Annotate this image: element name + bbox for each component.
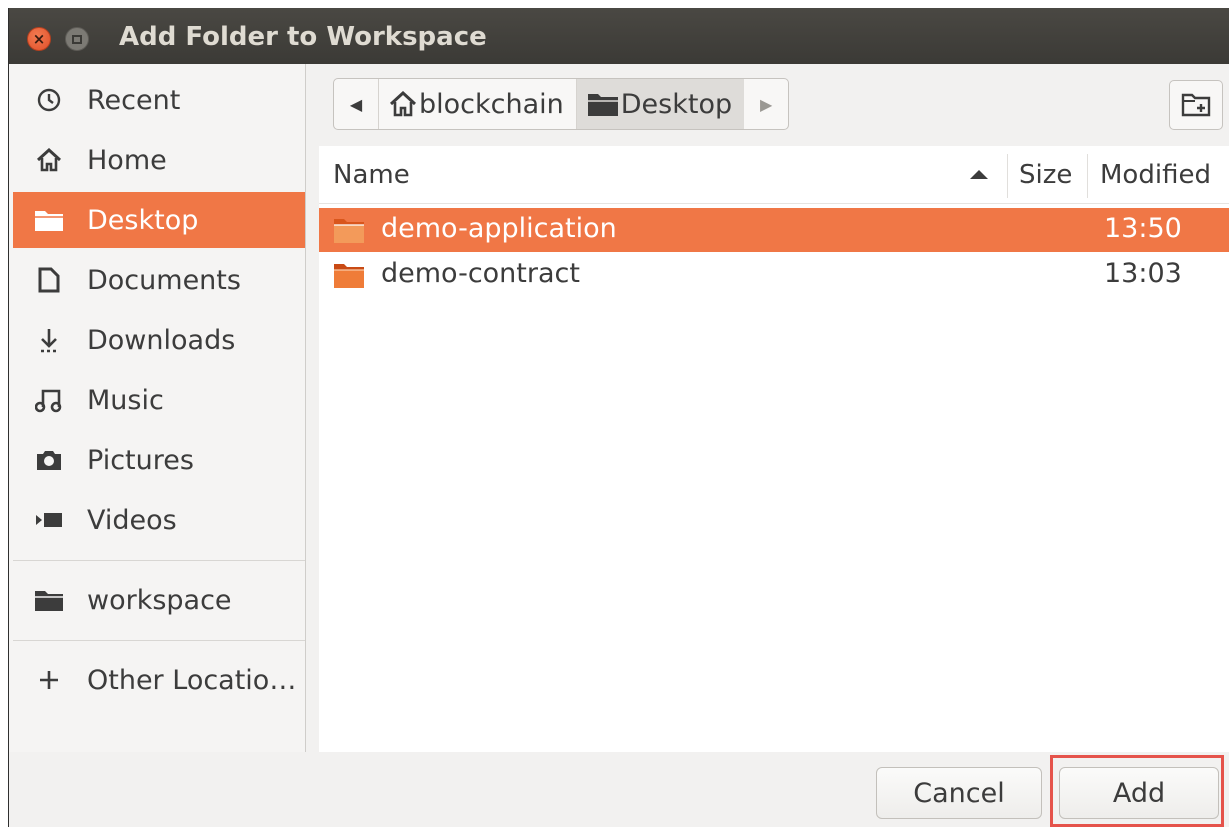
breadcrumb-label: blockchain: [419, 88, 564, 120]
sidebar-item-label: workspace: [87, 584, 232, 616]
button-label: Cancel: [913, 777, 1005, 809]
sidebar-item-label: Documents: [87, 264, 241, 296]
sidebar-item-label: Pictures: [87, 444, 194, 476]
window-title: Add Folder to Workspace: [119, 22, 487, 52]
file-modified: 13:03: [1104, 258, 1182, 289]
chevron-right-icon: ▶: [759, 94, 773, 114]
dialog-footer: [9, 752, 1229, 827]
home-icon: [31, 148, 67, 172]
path-back-button[interactable]: ◀: [334, 79, 378, 129]
sidebar-item-label: Music: [87, 384, 164, 416]
title-bar: × Add Folder to Workspace: [9, 8, 1229, 64]
column-header-size[interactable]: Size: [1019, 146, 1072, 204]
download-icon: [31, 327, 67, 353]
sidebar-item-desktop[interactable]: Desktop: [13, 192, 305, 248]
sidebar-item-label: Videos: [87, 504, 177, 536]
music-icon: [31, 387, 67, 413]
sidebar-item-downloads[interactable]: Downloads: [13, 312, 305, 368]
file-list: Name Size Modified demo-application 13:5…: [319, 146, 1229, 752]
video-icon: [31, 511, 67, 529]
sidebar-item-pictures[interactable]: Pictures: [13, 432, 305, 488]
folder-icon: [31, 208, 67, 232]
maximize-icon: [72, 34, 82, 44]
folder-icon: [587, 94, 618, 116]
file-name: demo-application: [381, 213, 617, 244]
clock-icon: [31, 87, 67, 113]
breadcrumb-blockchain[interactable]: blockchain: [378, 79, 576, 129]
sidebar-item-label: Home: [87, 144, 167, 176]
folder-icon: [31, 588, 67, 612]
column-label: Name: [333, 160, 410, 190]
sidebar-separator: [13, 560, 305, 561]
file-list-header: Name Size Modified: [319, 146, 1229, 204]
sidebar-item-documents[interactable]: Documents: [13, 252, 305, 308]
sidebar-item-home[interactable]: Home: [13, 132, 305, 188]
column-header-name[interactable]: Name: [333, 146, 1005, 204]
column-label: Modified: [1100, 160, 1211, 190]
path-bar: ◀ blockchain Desktop ▶: [333, 78, 790, 130]
file-name: demo-contract: [381, 258, 580, 289]
camera-icon: [31, 449, 67, 471]
sidebar-item-workspace[interactable]: workspace: [13, 572, 305, 628]
sidebar-item-label: Recent: [87, 84, 181, 116]
sidebar-item-recent[interactable]: Recent: [13, 72, 305, 128]
folder-icon: [334, 219, 364, 243]
file-chooser-dialog: × Add Folder to Workspace Recent Home De…: [8, 8, 1229, 827]
sidebar-item-other-locations[interactable]: Other Locatio…: [13, 652, 305, 708]
new-folder-icon: [1181, 93, 1211, 117]
column-label: Size: [1019, 160, 1073, 190]
new-folder-button[interactable]: [1169, 80, 1223, 130]
close-button[interactable]: ×: [27, 27, 51, 51]
column-divider: [1087, 154, 1088, 198]
column-divider: [1007, 154, 1008, 198]
sidebar-separator: [13, 640, 305, 641]
places-sidebar: Recent Home Desktop Documents Downloads: [9, 64, 306, 752]
document-icon: [31, 267, 67, 293]
file-row[interactable]: demo-contract 13:03: [319, 253, 1229, 297]
file-modified: 13:50: [1104, 213, 1182, 244]
path-forward-button[interactable]: ▶: [744, 79, 788, 129]
folder-icon: [334, 264, 364, 288]
cancel-button[interactable]: Cancel: [876, 767, 1042, 819]
plus-icon: [31, 669, 67, 691]
maximize-button[interactable]: [65, 27, 89, 51]
sort-ascending-icon: [970, 170, 988, 179]
sidebar-item-label: Downloads: [87, 324, 236, 356]
sidebar-item-music[interactable]: Music: [13, 372, 305, 428]
file-row[interactable]: demo-application 13:50: [319, 208, 1229, 252]
breadcrumb-desktop[interactable]: Desktop: [575, 79, 745, 129]
column-header-modified[interactable]: Modified: [1100, 146, 1211, 204]
sidebar-item-videos[interactable]: Videos: [13, 492, 305, 548]
sidebar-item-label: Desktop: [87, 204, 199, 236]
close-icon: ×: [32, 29, 46, 48]
breadcrumb-label: Desktop: [620, 88, 733, 120]
sidebar-item-label: Other Locatio…: [87, 664, 297, 696]
add-button-highlight: [1050, 755, 1224, 827]
chevron-left-icon: ◀: [349, 94, 363, 114]
home-icon: [389, 91, 417, 117]
